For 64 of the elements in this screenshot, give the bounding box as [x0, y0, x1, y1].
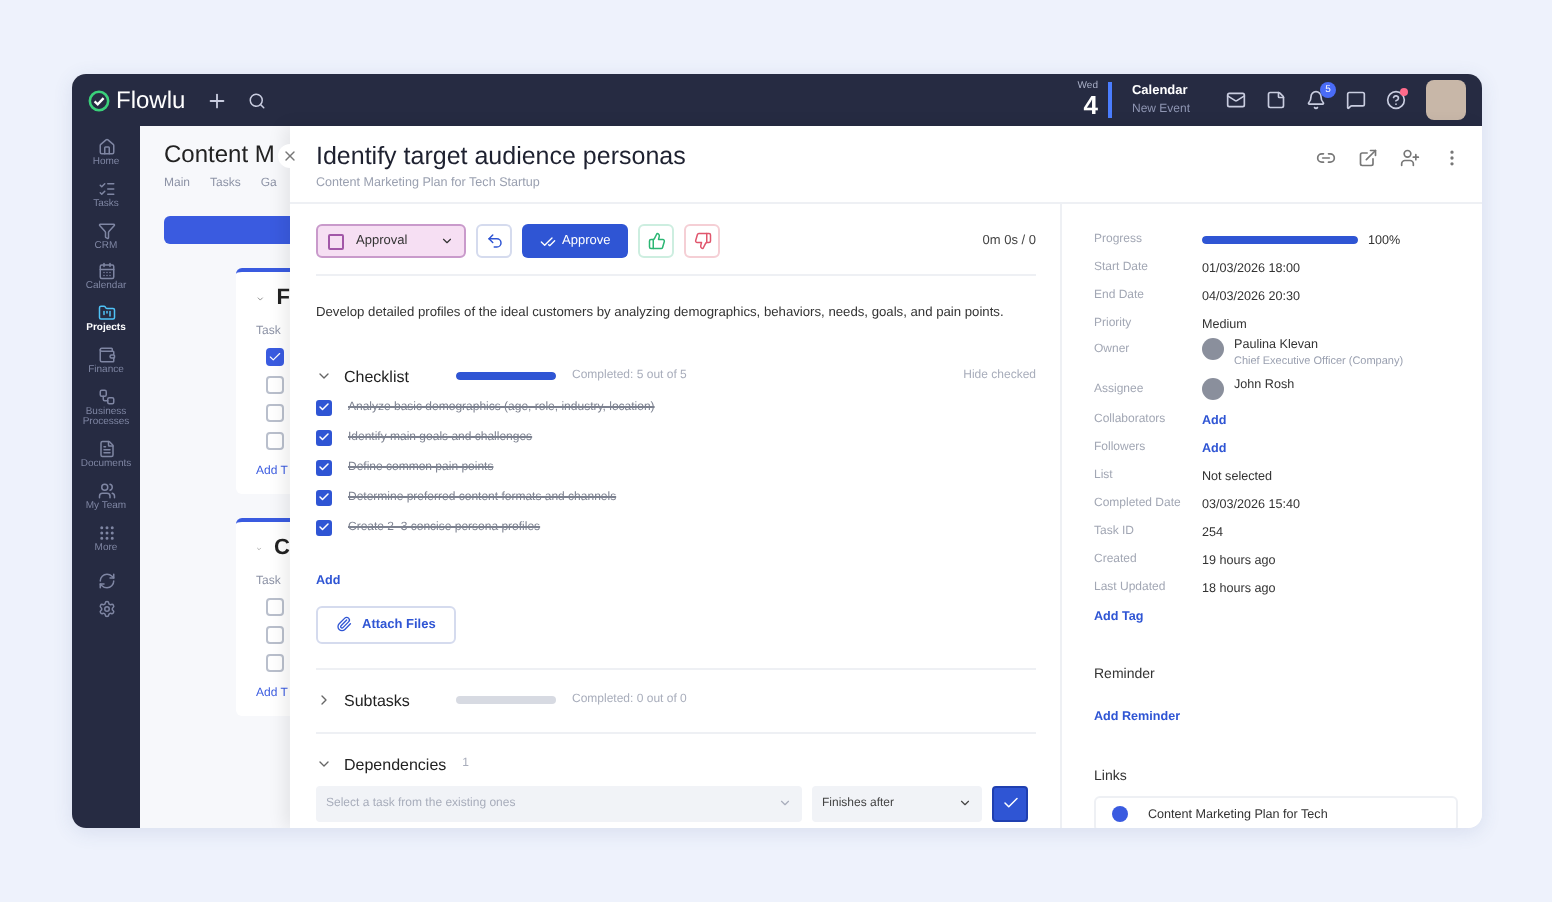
sidebar-item-icon — [97, 523, 115, 541]
avatar-icon — [1202, 378, 1224, 400]
app-logo-text: Flowlu — [116, 86, 186, 114]
dislike-button[interactable] — [684, 224, 721, 258]
chevron-icon — [958, 796, 972, 811]
task-checkbox[interactable] — [266, 348, 284, 366]
undo-button[interactable] — [476, 224, 512, 258]
paperclip-icon — [336, 616, 352, 633]
chat-icon[interactable] — [1346, 90, 1366, 110]
search-icon[interactable] — [247, 91, 266, 109]
chevron-icon — [778, 796, 792, 811]
checklist-checkbox[interactable] — [316, 519, 332, 536]
open-external-icon[interactable] — [1358, 148, 1378, 168]
project-title: Content M — [164, 140, 277, 168]
group-heading: F — [276, 286, 290, 310]
project-icon — [1112, 806, 1128, 822]
thumbs-up-icon — [647, 232, 666, 250]
group-heading: C — [274, 536, 290, 560]
chevron-icon — [440, 234, 454, 248]
thumbs-down-icon — [693, 232, 712, 250]
checklist-checkbox[interactable] — [316, 429, 332, 446]
alert-dot — [1400, 88, 1408, 96]
chevron-icon — [316, 692, 332, 709]
checklist-toggle[interactable]: Checklist — [316, 367, 440, 386]
checklist-checkbox[interactable] — [316, 489, 332, 506]
task-title: Identify target audience personas — [316, 142, 686, 170]
day-number: 4 — [1083, 92, 1098, 118]
dependencies-toggle[interactable]: Dependencies — [316, 755, 447, 774]
sidebar-item-icon — [97, 221, 115, 239]
user-photo-placeholder[interactable] — [1426, 80, 1466, 120]
check-icon — [1001, 794, 1019, 813]
settings-icon[interactable] — [97, 600, 115, 619]
task-checkbox[interactable] — [266, 654, 284, 672]
task-checkbox[interactable] — [266, 404, 284, 422]
sidebar-item-icon — [97, 345, 115, 364]
help-icon[interactable] — [1386, 90, 1406, 110]
close-icon — [282, 148, 298, 164]
checklist-checkbox[interactable] — [316, 399, 332, 416]
sidebar-item-icon — [97, 440, 115, 458]
sidebar-item-icon — [97, 387, 115, 405]
link-icon[interactable] — [1316, 148, 1336, 168]
undo-icon — [485, 232, 503, 250]
avatar-icon — [1202, 338, 1224, 360]
task-checkbox[interactable] — [266, 626, 284, 644]
note-icon[interactable] — [1266, 90, 1286, 110]
task-checkbox[interactable] — [266, 432, 284, 450]
checklist-checkbox[interactable] — [316, 459, 332, 476]
add-user-icon[interactable] — [1400, 148, 1420, 168]
task-checkbox[interactable] — [266, 598, 284, 616]
sidebar-item-icon — [97, 304, 115, 322]
mail-icon[interactable] — [1226, 90, 1246, 110]
sidebar-item-icon — [97, 481, 115, 500]
bell-icon[interactable] — [1306, 90, 1326, 110]
logo-icon — [88, 89, 110, 111]
confirm-button[interactable] — [992, 785, 1028, 822]
sidebar-item-icon — [97, 179, 115, 198]
subtasks-toggle[interactable]: Subtasks — [316, 691, 440, 710]
add-icon[interactable] — [205, 89, 228, 111]
like-button[interactable] — [638, 224, 675, 258]
sync-icon[interactable] — [97, 572, 115, 591]
double-check-icon — [540, 233, 556, 249]
task-checkbox[interactable] — [266, 376, 284, 394]
sidebar-item-icon — [97, 262, 115, 281]
sidebar-item-icon — [97, 138, 115, 156]
